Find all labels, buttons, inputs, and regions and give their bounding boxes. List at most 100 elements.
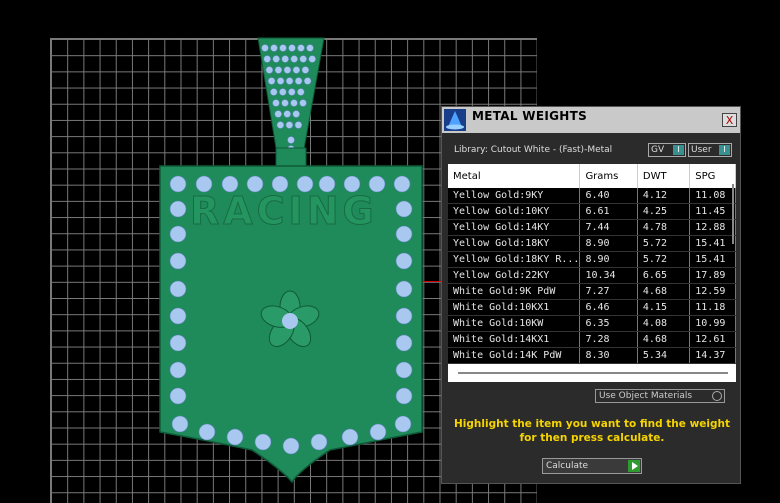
cell-grams: 6.40 (579, 188, 638, 204)
rim-gem (395, 200, 413, 218)
cell-metal: White Gold:14KX1 (448, 331, 581, 348)
table-row[interactable]: Yellow Gold:18KY R... 8.90 5.72 15.41 (448, 251, 736, 268)
table-row[interactable]: Yellow Gold:9KY 6.40 4.12 11.08 (448, 188, 736, 204)
rim-gem (343, 175, 361, 193)
table-row[interactable]: White Gold:14KX1 7.28 4.68 12.61 (448, 331, 736, 348)
flower-center-gem (282, 313, 298, 329)
column-header-dwt[interactable]: DWT (637, 164, 691, 188)
bail-gem (299, 55, 308, 63)
gv-toggle[interactable]: GV I (648, 143, 686, 157)
cell-grams: 7.44 (579, 219, 638, 236)
rim-gem (395, 252, 413, 270)
cell-dwt: 5.72 (637, 251, 691, 268)
bail-gem (294, 77, 303, 85)
rim-gem (198, 423, 216, 441)
rim-gem (271, 175, 289, 193)
rim-gem (395, 225, 413, 243)
horizontal-scrollbar[interactable] (458, 372, 728, 374)
cell-metal: Yellow Gold:14KY (448, 219, 581, 236)
column-header-grams[interactable]: Grams (579, 164, 638, 188)
cell-grams: 8.90 (579, 235, 638, 252)
rim-gem (221, 175, 239, 193)
rim-gem (246, 175, 264, 193)
bail-gem (278, 88, 287, 96)
bail-gem (285, 121, 294, 129)
table-row[interactable]: White Gold:10KW 6.35 4.08 10.99 (448, 315, 736, 332)
use-object-materials-label: Use Object Materials (599, 391, 693, 401)
cell-dwt: 5.72 (637, 235, 691, 252)
cell-metal: Yellow Gold:22KY (448, 267, 581, 284)
cell-spg: 15.41 (689, 235, 736, 252)
cell-grams: 6.35 (579, 315, 638, 332)
bail-gem (294, 121, 303, 129)
table-row[interactable]: White Gold:14K PdW 8.30 5.34 14.37 (448, 347, 736, 364)
user-toggle[interactable]: User I (688, 143, 732, 157)
bail-gem (276, 121, 285, 129)
rim-gem (169, 252, 187, 270)
cell-dwt: 4.78 (637, 219, 691, 236)
bail-gem (283, 66, 292, 74)
cell-grams: 6.46 (579, 299, 638, 316)
panel-title: METAL WEIGHTS (472, 109, 588, 123)
close-button[interactable]: X (722, 113, 737, 127)
table-row[interactable]: Yellow Gold:14KY 7.44 4.78 12.88 (448, 219, 736, 236)
bail-gem (274, 66, 283, 74)
table-row[interactable]: Yellow Gold:10KY 6.61 4.25 11.45 (448, 203, 736, 220)
bail-gem (281, 99, 289, 107)
instruction-line-1: Highlight the item you want to find the … (454, 418, 730, 430)
cell-dwt: 4.25 (637, 203, 691, 220)
cell-grams: 7.27 (579, 283, 638, 300)
panel-titlebar[interactable]: METAL WEIGHTS X (442, 107, 740, 133)
rim-gem (394, 415, 412, 433)
cell-spg: 12.61 (689, 331, 736, 348)
calculate-button[interactable]: Calculate (542, 458, 642, 474)
cell-dwt: 5.34 (637, 347, 691, 364)
column-header-metal[interactable]: Metal (448, 164, 581, 188)
vertical-scrollbar[interactable] (732, 184, 734, 244)
metal-weights-panel: METAL WEIGHTS X Library: Cutout White - … (441, 106, 741, 484)
bail-gem (285, 77, 294, 85)
bail-gem (270, 44, 278, 52)
rim-gem (169, 280, 187, 298)
rim-gem (395, 334, 413, 352)
rim-gem (226, 428, 244, 446)
use-object-materials-option[interactable]: Use Object Materials (595, 389, 725, 403)
cell-dwt: 4.15 (637, 299, 691, 316)
rim-gem (395, 280, 413, 298)
cell-metal: Yellow Gold:9KY (448, 188, 581, 204)
instruction-text: Highlight the item you want to find the … (452, 417, 732, 445)
rim-gem (296, 175, 314, 193)
cell-dwt: 4.68 (637, 283, 691, 300)
wizard-hat-icon (444, 109, 466, 131)
table-row[interactable]: Yellow Gold:18KY 8.90 5.72 15.41 (448, 235, 736, 252)
bail-gem (283, 110, 292, 118)
rim-gem (169, 361, 187, 379)
cell-metal: White Gold:10KW (448, 315, 581, 332)
play-icon (628, 460, 640, 472)
bail-gem (281, 55, 290, 63)
bail-gem (272, 99, 280, 107)
cell-metal: Yellow Gold:18KY (448, 235, 581, 252)
bail-gem (261, 44, 269, 52)
bail-gem (303, 77, 312, 85)
metal-table[interactable]: Metal Grams DWT SPG Yellow Gold:9KY 6.40 4… (448, 164, 736, 382)
cell-dwt: 4.12 (637, 188, 691, 204)
engraving-text: RACING (190, 189, 378, 233)
bail-gem (279, 44, 287, 52)
column-header-spg[interactable]: SPG (689, 164, 736, 188)
rim-gem (395, 387, 413, 405)
gv-toggle-label: GV (651, 145, 665, 155)
user-indicator: I (719, 145, 730, 155)
rim-gem (368, 175, 386, 193)
cell-metal: White Gold:14K PdW (448, 347, 581, 364)
rim-gem (341, 428, 359, 446)
rim-gem (169, 307, 187, 325)
table-row[interactable]: White Gold:10KX1 6.46 4.15 11.18 (448, 299, 736, 316)
bail-gem (308, 55, 317, 63)
table-row[interactable]: Yellow Gold:22KY 10.34 6.65 17.89 (448, 267, 736, 284)
rim-gem (318, 175, 336, 193)
bail-gem (306, 44, 314, 52)
table-row[interactable]: White Gold:9K PdW 7.27 4.68 12.59 (448, 283, 736, 300)
bail-gem (288, 44, 296, 52)
use-object-materials-radio[interactable] (712, 391, 722, 401)
